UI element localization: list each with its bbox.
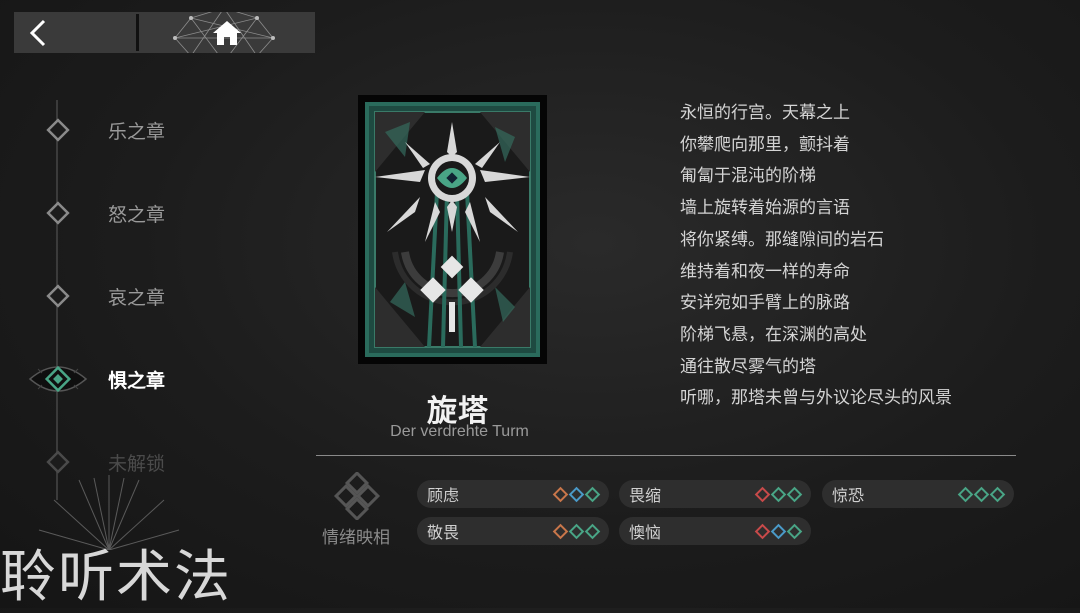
- diamond-icon: [568, 523, 585, 539]
- home-icon: [213, 20, 241, 45]
- diamond-icon: [770, 486, 787, 502]
- chapter-item-sorrow[interactable]: 哀之章: [28, 276, 165, 316]
- top-nav-bar: [14, 12, 315, 53]
- poem-line: 通往散尽雾气的塔: [680, 356, 816, 377]
- diamond-icon: [989, 486, 1006, 502]
- poem-line: 阶梯飞悬，在深渊的高处: [680, 324, 867, 345]
- diamond-icon: [552, 523, 569, 539]
- card-subtitle: Der verdrehte Turm: [390, 423, 529, 440]
- poem-line: 将你紧缚。那缝隙间的岩石: [680, 229, 884, 250]
- diamond-icon: [584, 523, 601, 539]
- chapter-label: 乐之章: [108, 120, 166, 143]
- emotion-diamonds-icon: [333, 472, 381, 520]
- diamond-marker-icon: [46, 118, 70, 142]
- poem-line: 匍匐于混沌的阶梯: [680, 166, 816, 187]
- chapter-label: 惧之章: [108, 369, 166, 392]
- emotion-tag: 懊恼: [619, 517, 811, 545]
- emotion-label: 顾虑: [427, 486, 460, 505]
- emotion-label: 惊恐: [832, 486, 865, 505]
- diamond-icon: [786, 486, 803, 502]
- emotion-diamonds: [552, 486, 601, 502]
- chapter-item-joy[interactable]: 乐之章: [28, 110, 165, 150]
- emotion-label: 敬畏: [427, 523, 460, 542]
- diamond-icon: [584, 486, 601, 502]
- chevron-left-icon: [29, 19, 46, 46]
- home-button[interactable]: [139, 12, 315, 53]
- poem-line: 听哪，那塔未曾与外议论尽头的风景: [680, 388, 952, 409]
- diamond-marker-icon: [46, 201, 70, 225]
- eye-marker-icon: [28, 365, 88, 393]
- diamond-icon: [957, 486, 974, 502]
- poem-line: 维持着和夜一样的寿命: [680, 261, 850, 282]
- diamond-marker-icon: [46, 284, 70, 308]
- watermark-text: 聆听术法: [0, 545, 232, 610]
- diamond-icon: [754, 523, 771, 539]
- poem-line: 安详宛如手臂上的脉路: [680, 293, 850, 314]
- diamond-icon: [552, 486, 569, 502]
- emotion-tag: 畏缩: [619, 480, 811, 508]
- poem-text: 永恒的行宫。天幕之上 你攀爬向那里，颤抖着 匍匐于混沌的阶梯 墙上旋转着始源的言…: [680, 98, 952, 415]
- emotion-tag: 顾虑: [417, 480, 609, 508]
- diamond-icon: [754, 486, 771, 502]
- diamond-icon: [770, 523, 787, 539]
- emotion-label: 畏缩: [629, 486, 662, 505]
- section-divider: [316, 455, 1016, 456]
- poem-line: 你攀爬向那里，颤抖着: [680, 134, 850, 155]
- emotion-section-title: 情绪映相: [322, 528, 390, 548]
- diamond-icon: [786, 523, 803, 539]
- back-button[interactable]: [14, 12, 136, 53]
- emotion-label: 懊恼: [629, 523, 662, 542]
- emotion-tag: 敬畏: [417, 517, 609, 545]
- chapter-item-fear[interactable]: 惧之章: [28, 359, 165, 399]
- tarot-card: [358, 95, 547, 364]
- chapter-label: 哀之章: [108, 286, 166, 309]
- poem-line: 永恒的行宫。天幕之上: [680, 103, 850, 123]
- emotion-diamonds: [754, 486, 803, 502]
- emotion-tag: 惊恐: [822, 480, 1014, 508]
- chapter-label: 怒之章: [108, 203, 166, 226]
- emotion-diamonds: [552, 523, 601, 539]
- poem-line: 墙上旋转着始源的言语: [680, 198, 850, 219]
- diamond-icon: [568, 486, 585, 502]
- emotion-diamonds: [957, 486, 1006, 502]
- diamond-icon: [973, 486, 990, 502]
- chapter-item-anger[interactable]: 怒之章: [28, 193, 165, 233]
- emotion-diamonds: [754, 523, 803, 539]
- tower-card-artwork: [365, 102, 540, 357]
